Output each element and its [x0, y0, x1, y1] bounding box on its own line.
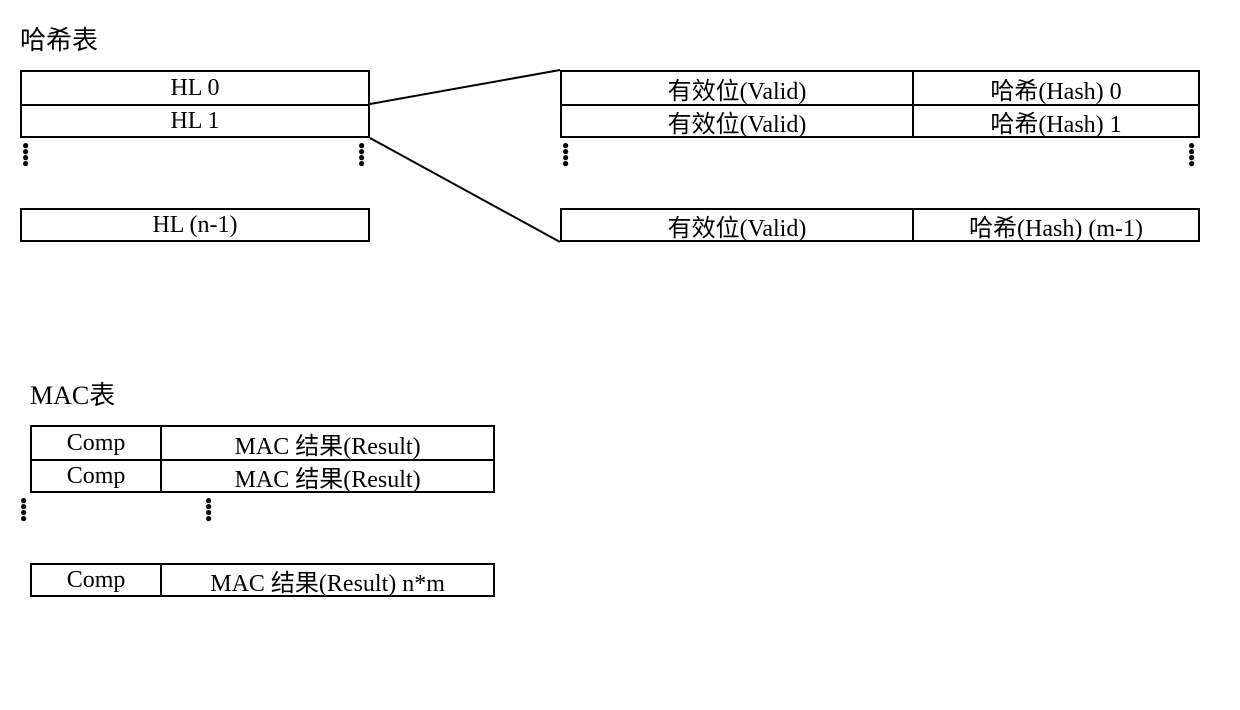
vdots-icon: ●●●●: [20, 497, 30, 559]
hash-right-row-1: 有效位(Valid) 哈希(Hash) 1: [560, 104, 1200, 138]
hash-table-right: 有效位(Valid) 哈希(Hash) 0 有效位(Valid) 哈希(Hash…: [560, 70, 1200, 242]
mac-table: Comp MAC 结果(Result) Comp MAC 结果(Result) …: [30, 425, 495, 597]
result-cell: MAC 结果(Result) n*m: [160, 563, 495, 597]
mac-row-0: Comp MAC 结果(Result): [30, 425, 495, 459]
comp-cell: Comp: [30, 563, 160, 597]
comp-cell: Comp: [30, 459, 160, 493]
hash-left-row-0: HL 0: [20, 70, 370, 104]
vdots-icon: ●●●●: [1188, 142, 1198, 204]
valid-cell: 有效位(Valid): [560, 208, 912, 242]
vdots-icon: ●●●●: [562, 142, 572, 204]
hash-cell: 哈希(Hash) 0: [912, 70, 1200, 104]
hash-cell: 哈希(Hash) (m-1): [912, 208, 1200, 242]
hash-cell: 哈希(Hash) 1: [912, 104, 1200, 138]
vdots-icon: ●●●●: [22, 142, 32, 204]
result-cell: MAC 结果(Result): [160, 459, 495, 493]
diagram-container: 哈希表 HL 0 HL 1 ●●●● ●●●● HL (n-1) 有效位(Val…: [20, 20, 1220, 690]
vdots-icon: ●●●●: [205, 497, 215, 559]
hash-left-row-1: HL 1: [20, 104, 370, 138]
vdots-icon: ●●●●: [358, 142, 368, 204]
valid-cell: 有效位(Valid): [560, 70, 912, 104]
mac-row-1: Comp MAC 结果(Result): [30, 459, 495, 493]
result-cell: MAC 结果(Result): [160, 425, 495, 459]
mac-table-title: MAC表: [30, 375, 115, 412]
hash-table-title: 哈希表: [20, 20, 98, 57]
hash-left-row-last: HL (n-1): [20, 208, 370, 242]
valid-cell: 有效位(Valid): [560, 104, 912, 138]
hash-right-row-last: 有效位(Valid) 哈希(Hash) (m-1): [560, 208, 1200, 242]
hash-right-row-0: 有效位(Valid) 哈希(Hash) 0: [560, 70, 1200, 104]
comp-cell: Comp: [30, 425, 160, 459]
mac-row-last: Comp MAC 结果(Result) n*m: [30, 563, 495, 597]
hash-table-left: HL 0 HL 1 ●●●● ●●●● HL (n-1): [20, 70, 370, 242]
